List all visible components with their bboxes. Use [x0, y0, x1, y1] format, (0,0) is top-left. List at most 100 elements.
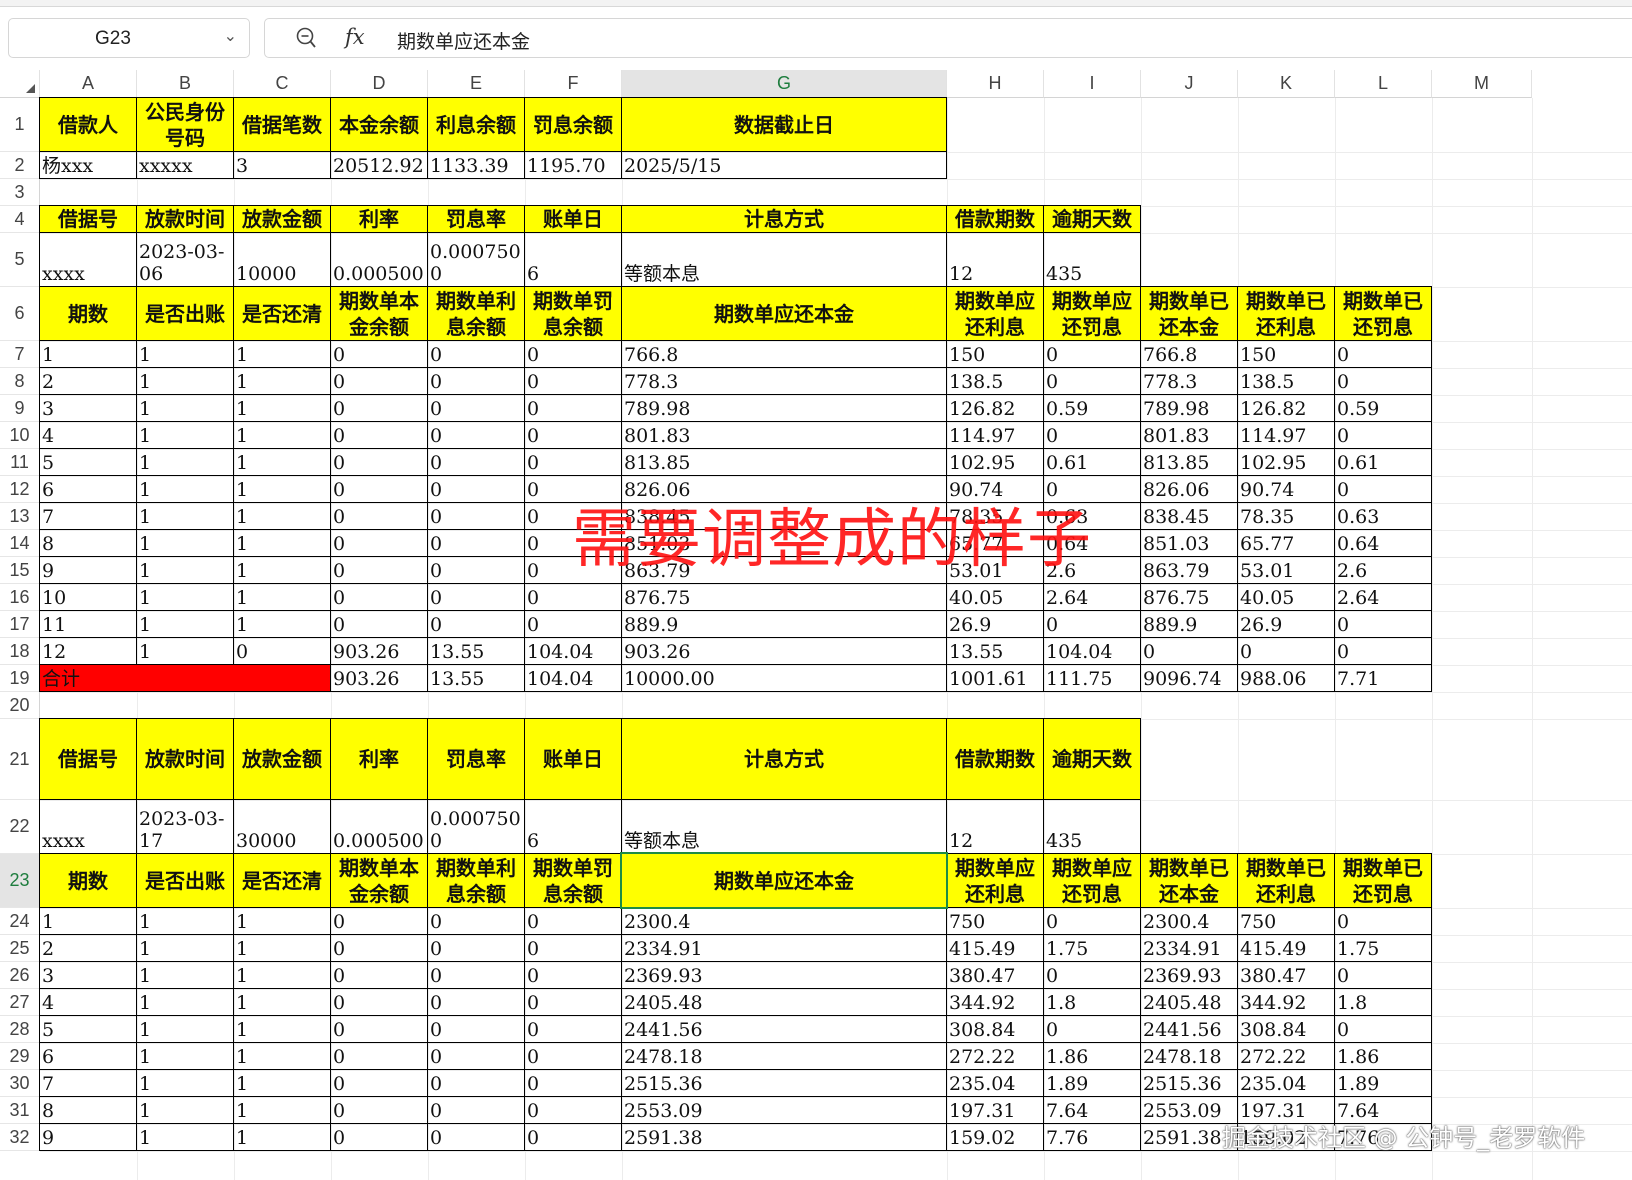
- schedule-cell[interactable]: 0: [524, 421, 622, 449]
- loan-info-header[interactable]: 借据号: [39, 718, 137, 800]
- summary-value[interactable]: 3: [233, 151, 331, 179]
- column-header-b[interactable]: B: [137, 70, 234, 98]
- schedule-cell[interactable]: 2300.4: [621, 907, 947, 935]
- schedule-cell[interactable]: 0: [427, 934, 525, 962]
- summary-header[interactable]: 公民身份号码: [136, 97, 234, 152]
- schedule-cell[interactable]: 813.85: [621, 448, 947, 476]
- schedule-cell[interactable]: 1: [233, 529, 331, 557]
- schedule-cell[interactable]: 0: [330, 394, 428, 422]
- schedule-cell[interactable]: 0: [427, 1123, 525, 1151]
- column-header-m[interactable]: M: [1432, 70, 1532, 98]
- schedule-cell[interactable]: 1: [136, 394, 234, 422]
- column-header-i[interactable]: I: [1044, 70, 1141, 98]
- schedule-cell[interactable]: 1: [136, 610, 234, 638]
- row-header-5[interactable]: 5: [0, 233, 40, 287]
- schedule-cell[interactable]: 1: [136, 583, 234, 611]
- schedule-cell[interactable]: 40.05: [946, 583, 1044, 611]
- schedule-cell[interactable]: 889.9: [1140, 610, 1238, 638]
- schedule-cell[interactable]: 0: [1043, 1015, 1141, 1043]
- schedule-header[interactable]: 期数单已还罚息: [1334, 853, 1432, 908]
- schedule-cell[interactable]: 0: [330, 934, 428, 962]
- schedule-header[interactable]: 期数单罚息余额: [524, 286, 622, 341]
- row-header-1[interactable]: 1: [0, 98, 40, 152]
- row-header-13[interactable]: 13: [0, 503, 40, 530]
- schedule-cell[interactable]: 1: [233, 340, 331, 368]
- schedule-cell[interactable]: 0: [524, 961, 622, 989]
- schedule-cell[interactable]: 7.76: [1043, 1123, 1141, 1151]
- schedule-cell[interactable]: 1.75: [1043, 934, 1141, 962]
- schedule-cell[interactable]: 0: [427, 907, 525, 935]
- loan-info-value[interactable]: 435: [1043, 799, 1141, 854]
- schedule-cell[interactable]: 801.83: [621, 421, 947, 449]
- schedule-cell[interactable]: 0.63: [1334, 502, 1432, 530]
- schedule-cell[interactable]: 750: [1237, 907, 1335, 935]
- schedule-cell[interactable]: 766.8: [1140, 340, 1238, 368]
- row-header-25[interactable]: 25: [0, 935, 40, 962]
- schedule-cell[interactable]: 0: [427, 367, 525, 395]
- schedule-cell[interactable]: 0.61: [1334, 448, 1432, 476]
- schedule-cell[interactable]: 0: [524, 934, 622, 962]
- schedule-cell[interactable]: 102.95: [1237, 448, 1335, 476]
- schedule-cell[interactable]: 0: [330, 1096, 428, 1124]
- schedule-cell[interactable]: 1: [136, 1096, 234, 1124]
- formula-bar[interactable]: fx 期数单应还本金: [264, 18, 1632, 58]
- schedule-cell[interactable]: 0: [1334, 961, 1432, 989]
- schedule-cell[interactable]: 813.85: [1140, 448, 1238, 476]
- schedule-cell[interactable]: 0: [524, 1069, 622, 1097]
- row-header-7[interactable]: 7: [0, 341, 40, 368]
- schedule-cell[interactable]: 159.02: [946, 1123, 1044, 1151]
- schedule-cell[interactable]: 1: [233, 988, 331, 1016]
- column-header-d[interactable]: D: [331, 70, 428, 98]
- schedule-cell[interactable]: 838.45: [1140, 502, 1238, 530]
- schedule-header[interactable]: 是否还清: [233, 286, 331, 341]
- schedule-header[interactable]: 是否还清: [233, 853, 331, 908]
- schedule-cell[interactable]: 1: [136, 421, 234, 449]
- schedule-cell[interactable]: 1: [233, 961, 331, 989]
- schedule-cell[interactable]: 8: [39, 1096, 137, 1124]
- row-header-27[interactable]: 27: [0, 989, 40, 1016]
- schedule-cell[interactable]: 197.31: [946, 1096, 1044, 1124]
- schedule-cell[interactable]: 0: [233, 637, 331, 665]
- loan-info-value[interactable]: 10000: [233, 232, 331, 287]
- schedule-cell[interactable]: 0: [330, 556, 428, 584]
- schedule-cell[interactable]: 138.5: [1237, 367, 1335, 395]
- loan-info-value[interactable]: xxxx: [39, 232, 137, 287]
- schedule-header[interactable]: 期数单应还本金: [621, 853, 947, 908]
- schedule-cell[interactable]: 903.26: [621, 637, 947, 665]
- schedule-cell[interactable]: 851.03: [1140, 529, 1238, 557]
- schedule-cell[interactable]: 11: [39, 610, 137, 638]
- schedule-header[interactable]: 期数单应还罚息: [1043, 853, 1141, 908]
- schedule-cell[interactable]: 0: [1043, 421, 1141, 449]
- loan-info-header[interactable]: 放款时间: [136, 718, 234, 800]
- loan-info-value[interactable]: 0.000750 0: [427, 232, 525, 287]
- row-header-14[interactable]: 14: [0, 530, 40, 557]
- schedule-header[interactable]: 期数: [39, 853, 137, 908]
- schedule-cell[interactable]: 0: [427, 475, 525, 503]
- schedule-cell[interactable]: 1: [136, 1015, 234, 1043]
- loan-info-value[interactable]: 435: [1043, 232, 1141, 287]
- schedule-cell[interactable]: 903.26: [330, 637, 428, 665]
- schedule-cell[interactable]: 26.9: [1237, 610, 1335, 638]
- loan-info-value[interactable]: 等额本息: [621, 232, 947, 287]
- schedule-cell[interactable]: 308.84: [1237, 1015, 1335, 1043]
- loan-info-header[interactable]: 借款期数: [946, 205, 1044, 233]
- loan-info-value[interactable]: 6: [524, 232, 622, 287]
- schedule-cell[interactable]: 2591.38: [621, 1123, 947, 1151]
- schedule-cell[interactable]: 0: [1334, 340, 1432, 368]
- schedule-cell[interactable]: 1: [136, 475, 234, 503]
- schedule-cell[interactable]: 0: [330, 1015, 428, 1043]
- schedule-header[interactable]: 期数单应还利息: [946, 853, 1044, 908]
- schedule-cell[interactable]: 65.77: [1237, 529, 1335, 557]
- total-cell[interactable]: 10000.00: [621, 664, 947, 692]
- formula-content[interactable]: 期数单应还本金: [397, 27, 530, 54]
- schedule-cell[interactable]: 2334.91: [621, 934, 947, 962]
- column-header-k[interactable]: K: [1238, 70, 1335, 98]
- schedule-header[interactable]: 是否出账: [136, 286, 234, 341]
- schedule-cell[interactable]: 1: [39, 907, 137, 935]
- schedule-cell[interactable]: 1: [233, 934, 331, 962]
- schedule-cell[interactable]: 2553.09: [621, 1096, 947, 1124]
- schedule-cell[interactable]: 801.83: [1140, 421, 1238, 449]
- schedule-cell[interactable]: 2405.48: [1140, 988, 1238, 1016]
- schedule-cell[interactable]: 272.22: [946, 1042, 1044, 1070]
- total-cell[interactable]: 111.75: [1043, 664, 1141, 692]
